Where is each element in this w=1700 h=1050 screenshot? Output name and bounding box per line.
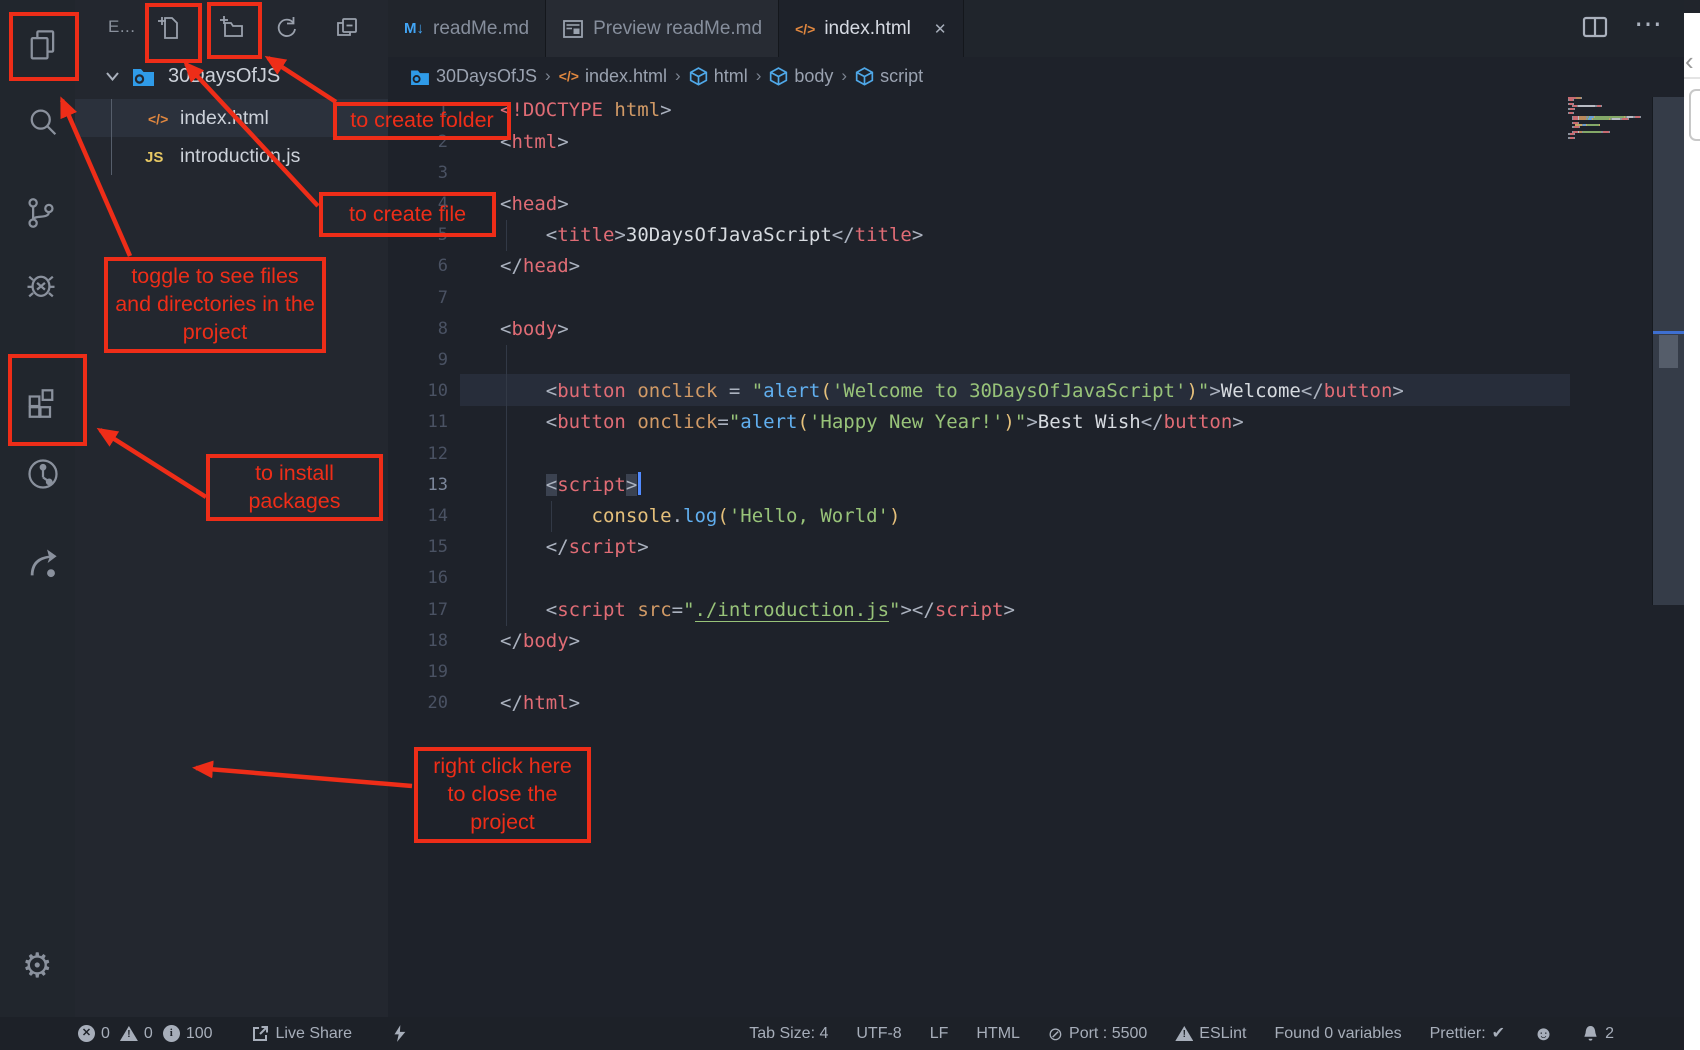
code-line-9: 9 <box>388 345 1684 376</box>
code-line-7: 7 <box>388 283 1684 314</box>
tab-index.html[interactable]: </>index.html✕ <box>779 0 963 57</box>
settings-gear-icon[interactable]: ⚙ <box>22 948 52 984</box>
source-control-icon[interactable] <box>23 195 59 231</box>
status-item-port-5500[interactable]: ⊘Port : 5500 <box>1048 1025 1147 1043</box>
text-cursor <box>638 472 641 495</box>
breadcrumb: 30DaysOfJS›</>index.html›html›body›scrip… <box>388 57 1700 95</box>
page-edge-strip: ‹ <box>1684 13 1700 1050</box>
code-line-4: 4<head> <box>388 189 1684 220</box>
breadcrumb-item-body[interactable]: body <box>769 66 833 87</box>
tab-readMe.md[interactable]: M↓readMe.md <box>388 0 546 57</box>
search-icon[interactable] <box>25 105 61 141</box>
code-line-18: 18</body> <box>388 626 1684 657</box>
tab-bar: M↓readMe.mdPreview readMe.md</>index.htm… <box>388 0 1684 57</box>
refresh-icon[interactable] <box>272 14 300 42</box>
code-line-16: 16 <box>388 563 1684 594</box>
close-project-note: right click here to close the project <box>414 747 591 843</box>
status-right: Tab Size: 4 UTF-8 LF HTML ⊘Port : 5500 !ESLin… <box>749 1024 1614 1043</box>
status-item-lightning[interactable] <box>392 1023 407 1044</box>
split-editor-icon[interactable] <box>1582 16 1608 43</box>
code-line-12: 12 <box>388 439 1684 470</box>
code-line-10: 10 <button onclick = "alert('Welcome to … <box>388 376 1684 407</box>
breadcrumb-item-html[interactable]: html <box>689 66 748 87</box>
tree-indent-guide <box>111 99 112 175</box>
code-line-13: 13 <script> <box>388 470 1684 501</box>
remote-explorer-icon[interactable] <box>25 456 61 492</box>
code-line-15: 15 </script> <box>388 532 1684 563</box>
activity-bar: ⚙ <box>0 0 75 1017</box>
code-line-5: 5 <title>30DaysOfJavaScript</title> <box>388 220 1684 251</box>
status-item-prettier-[interactable]: Prettier:✔ <box>1430 1025 1505 1043</box>
edge-card-outline <box>1689 89 1700 141</box>
collapse-folders-icon[interactable] <box>333 14 361 42</box>
status-item-0[interactable]: ✕0 <box>78 1025 110 1043</box>
new-file-icon-highlight <box>145 3 202 63</box>
create-folder-note: to create folder <box>333 102 511 140</box>
scrollbar-track[interactable] <box>1652 97 1685 605</box>
status-item-tab-size-4[interactable]: Tab Size: 4 <box>749 1025 828 1043</box>
status-item-html[interactable]: HTML <box>976 1025 1020 1043</box>
code-line-2: 2<html> <box>388 127 1684 158</box>
status-item-lf[interactable]: LF <box>930 1025 949 1043</box>
install-packages-note: to install packages <box>206 454 383 521</box>
new-folder-icon-highlight <box>207 2 262 59</box>
status-item-utf-8[interactable]: UTF-8 <box>856 1025 901 1043</box>
status-item-smiley[interactable]: ☻ <box>1533 1025 1554 1043</box>
scrollbar-thumb[interactable] <box>1659 335 1678 368</box>
status-item-live-share[interactable]: Live Share <box>251 1024 353 1043</box>
explorer-icon-highlight <box>9 12 79 81</box>
toggle-files-note: toggle to see files and directories in t… <box>104 257 326 353</box>
code-line-11: 11 <button onclick="alert('Happy New Yea… <box>388 407 1684 438</box>
top-edge-fill <box>1684 0 1700 13</box>
create-file-note: to create file <box>319 192 496 237</box>
status-item-0[interactable]: !0 <box>120 1025 153 1043</box>
run-debug-icon[interactable] <box>23 266 59 302</box>
breadcrumb-item-30DaysOfJS[interactable]: 30DaysOfJS <box>410 66 537 87</box>
live-share-activity-icon[interactable] <box>24 545 60 581</box>
code-line-19: 19 <box>388 657 1684 688</box>
code-line-3: 3 <box>388 158 1684 189</box>
status-item-eslint[interactable]: !ESLint <box>1175 1025 1246 1043</box>
editor-group: M↓readMe.mdPreview readMe.md</>index.htm… <box>388 0 1684 1017</box>
code-line-14: 14 console.log('Hello, World') <box>388 501 1684 532</box>
status-item-2[interactable]: 2 <box>1582 1024 1614 1043</box>
more-actions-icon[interactable]: ⋯ <box>1634 7 1662 40</box>
folder-icon <box>132 66 155 86</box>
code-line-8: 8<body> <box>388 314 1684 345</box>
extensions-icon-highlight <box>8 354 87 446</box>
code-line-17: 17 <script src="./introduction.js"></scr… <box>388 595 1684 626</box>
tree-root-folder[interactable]: 30DaysOfJS <box>75 57 388 95</box>
back-chevron-icon: ‹ <box>1685 46 1694 77</box>
code-line-20: 20</html> <box>388 688 1684 719</box>
vscode-window: ⚙ E... 30DaysOfJS </>index.htmlJ <box>0 0 1700 1050</box>
breadcrumb-item-script[interactable]: script <box>855 66 923 87</box>
close-tab-icon[interactable]: ✕ <box>934 20 947 38</box>
status-item-found-0-variables[interactable]: Found 0 variables <box>1274 1025 1401 1043</box>
tab-Preview readMe.md[interactable]: Preview readMe.md <box>546 0 779 57</box>
overview-ruler-cursor-mark <box>1653 331 1685 334</box>
code-line-6: 6</head> <box>388 251 1684 282</box>
breadcrumb-item-index.html[interactable]: </>index.html <box>559 66 667 87</box>
code-line-1: 1<!DOCTYPE html> <box>388 95 1684 126</box>
file-item-introduction.js[interactable]: JSintroduction.js <box>75 137 388 175</box>
status-bar: ✕0 !0 i100 Live Share Tab Size: 4 UTF-8 LF HTM… <box>0 1017 1684 1050</box>
status-item-100[interactable]: i100 <box>163 1025 213 1043</box>
explorer-title: E... <box>108 17 136 37</box>
status-left: ✕0 !0 i100 Live Share <box>0 1023 407 1044</box>
